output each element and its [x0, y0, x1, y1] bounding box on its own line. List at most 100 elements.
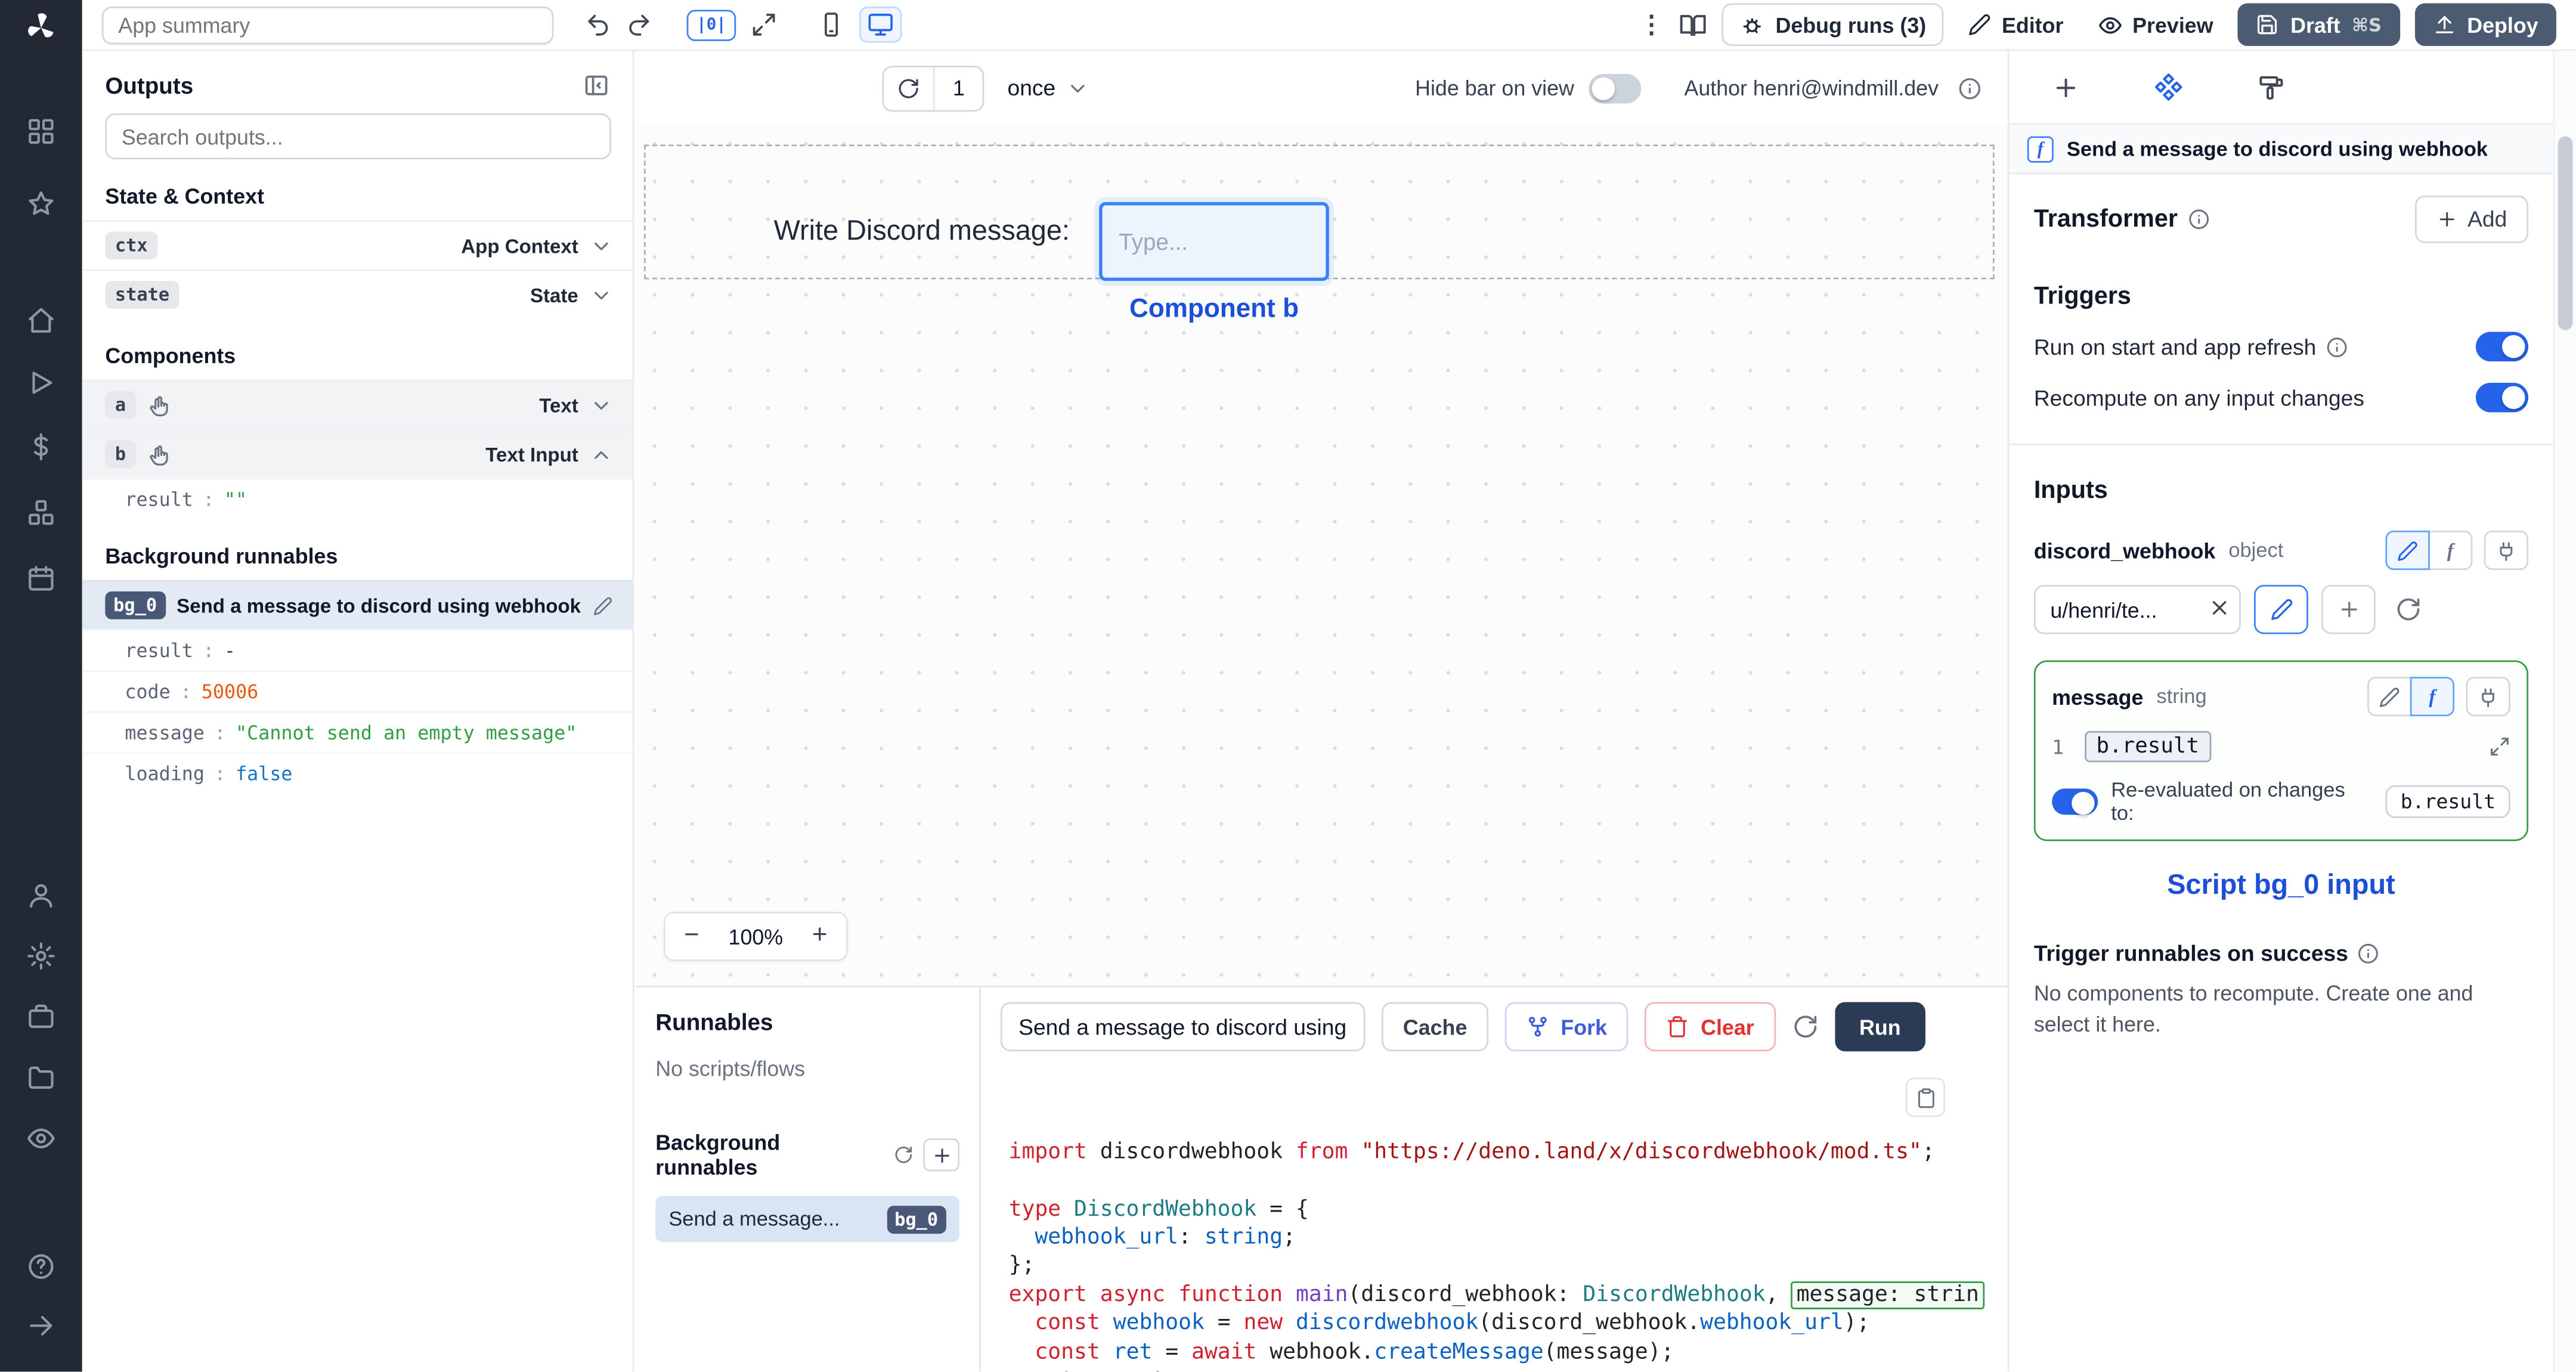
output-row-component-a[interactable]: a Text [82, 379, 633, 429]
connect-plug-icon-button[interactable] [2484, 530, 2529, 571]
runs-play-icon[interactable] [26, 368, 56, 398]
output-row-component-b[interactable]: b Text Input [82, 429, 633, 478]
code-line: const webhook = new discordwebhook(disco… [1009, 1310, 2008, 1339]
desktop-view-icon[interactable] [859, 7, 902, 43]
workers-briefcase-icon[interactable] [26, 1002, 56, 1032]
chevron-down-icon[interactable] [590, 394, 613, 417]
outputs-search-input[interactable] [105, 113, 611, 160]
hand-pointer-icon[interactable] [147, 394, 171, 417]
cache-button[interactable]: Cache [1382, 1002, 1489, 1052]
info-icon[interactable] [2358, 943, 2379, 964]
edit-pencil-icon[interactable] [593, 596, 613, 615]
info-icon[interactable] [1958, 76, 1981, 100]
schedules-calendar-icon[interactable] [26, 563, 56, 593]
static-pencil-icon-button[interactable] [2367, 677, 2412, 717]
bg0-output-row: result: - [82, 629, 633, 670]
editor-tab-button[interactable]: Editor [1959, 6, 2073, 44]
text-component-a[interactable]: Write Discord message: [774, 215, 1070, 248]
runnable-item-bg0[interactable]: Send a message... bg_0 [655, 1196, 959, 1242]
output-row-ctx[interactable]: ctx App Context [82, 220, 633, 270]
edit-resource-pencil-button[interactable] [2253, 584, 2308, 634]
debug-runs-button[interactable]: Debug runs (3) [1721, 3, 1945, 47]
component-b-badge: b [105, 440, 136, 469]
chevron-up-icon[interactable] [590, 442, 613, 466]
textinput-component-b[interactable] [1099, 202, 1329, 281]
audit-eye-icon[interactable] [26, 1123, 56, 1153]
clear-button[interactable]: Clear [1645, 1002, 1776, 1052]
expand-editor-icon[interactable] [2489, 736, 2510, 757]
docs-book-icon[interactable] [1679, 11, 1707, 39]
apps-grid-icon[interactable] [26, 117, 56, 147]
collapse-panel-icon[interactable] [583, 72, 609, 98]
clear-resource-x-icon[interactable] [2208, 596, 2231, 620]
styling-paint-roller-icon[interactable] [2258, 73, 2286, 101]
state-context-title: State & Context [105, 184, 265, 209]
windmill-logo-icon[interactable] [21, 8, 61, 48]
run-on-start-toggle[interactable] [2475, 332, 2529, 362]
canvas-width-toggle[interactable]: |0| [686, 9, 736, 41]
more-menu-kebab-icon[interactable]: ⋮ [1639, 10, 1664, 39]
scrollbar-thumb[interactable] [2558, 136, 2573, 330]
component-b-input[interactable] [1119, 228, 1309, 255]
component-settings-tab-icon[interactable] [2154, 72, 2184, 102]
zoom-in-button[interactable]: + [794, 913, 846, 959]
hand-pointer-icon[interactable] [147, 442, 171, 466]
app-canvas[interactable]: Write Discord message: Component b − 100… [636, 125, 2008, 986]
create-resource-plus-button[interactable] [2321, 584, 2376, 634]
add-background-runnable-button[interactable] [924, 1138, 959, 1172]
variables-dollar-icon[interactable] [26, 432, 56, 462]
static-pencil-icon-button[interactable] [2385, 530, 2430, 571]
refresh-count-group[interactable]: 1 [882, 64, 984, 111]
fork-button[interactable]: Fork [1504, 1002, 1628, 1052]
hide-bar-toggle[interactable] [1589, 73, 1642, 103]
copy-code-button[interactable] [1905, 1077, 1946, 1117]
colon: : [214, 721, 226, 745]
chevron-down-icon[interactable] [590, 283, 613, 306]
resources-boxes-icon[interactable] [26, 498, 56, 528]
favorites-star-icon[interactable] [26, 189, 56, 219]
function-icon: f [2027, 135, 2054, 162]
preview-tab-button[interactable]: Preview [2088, 6, 2223, 44]
insert-component-plus-icon[interactable] [2052, 73, 2080, 101]
selected-runnable-title: Send a message to discord using webhook [2066, 137, 2488, 160]
expression-fx-icon-button[interactable]: f [2428, 530, 2473, 571]
zoom-out-button[interactable]: − [665, 913, 718, 959]
chevron-down-icon[interactable] [590, 234, 613, 258]
help-icon[interactable] [26, 1252, 56, 1281]
refresh-mode-dropdown[interactable]: once [1008, 76, 1089, 100]
user-icon[interactable] [26, 881, 56, 910]
info-icon[interactable] [2188, 209, 2209, 230]
run-button[interactable]: Run [1834, 1002, 1926, 1052]
reeval-toggle[interactable] [2052, 788, 2098, 815]
settings-gear-icon[interactable] [26, 941, 56, 971]
info-icon[interactable] [2326, 336, 2348, 357]
expand-rail-arrow-icon[interactable] [26, 1311, 56, 1341]
mobile-view-icon[interactable] [818, 11, 844, 38]
refresh-resource-icon[interactable] [2395, 596, 2422, 622]
app-summary-input[interactable] [101, 5, 554, 44]
draft-button[interactable]: Draft ⌘S [2237, 3, 2400, 47]
reload-script-icon[interactable] [1792, 1014, 1818, 1040]
bottom-panel: Runnables No scripts/flows Background ru… [636, 986, 2008, 1372]
expression-token[interactable]: b.result [2085, 731, 2211, 763]
output-row-state[interactable]: state State [82, 269, 633, 319]
connect-plug-icon-button[interactable] [2466, 677, 2510, 717]
add-transformer-button[interactable]: Add [2414, 195, 2529, 243]
page-scrollbar[interactable] [2553, 51, 2576, 1372]
deploy-button[interactable]: Deploy [2414, 3, 2556, 47]
refresh-icon[interactable] [884, 66, 935, 110]
code-editor[interactable]: import discordwebhook from "https://deno… [981, 1063, 2008, 1372]
expression-mini-editor[interactable]: 1 b.result [2052, 731, 2510, 763]
output-row-bg0[interactable]: bg_0 Send a message to discord using web… [82, 580, 633, 630]
code-token: (discord_webhook. [1478, 1311, 1701, 1336]
folders-icon[interactable] [26, 1063, 56, 1093]
code-token: = [1204, 1311, 1244, 1336]
recompute-toggle[interactable] [2475, 382, 2529, 413]
fullscreen-icon[interactable] [751, 11, 777, 38]
script-name-input[interactable] [1000, 1002, 1366, 1052]
redo-icon[interactable] [626, 11, 652, 38]
home-icon[interactable] [26, 305, 56, 335]
undo-icon[interactable] [585, 11, 611, 38]
expression-fx-icon-button[interactable]: f [2410, 677, 2455, 717]
